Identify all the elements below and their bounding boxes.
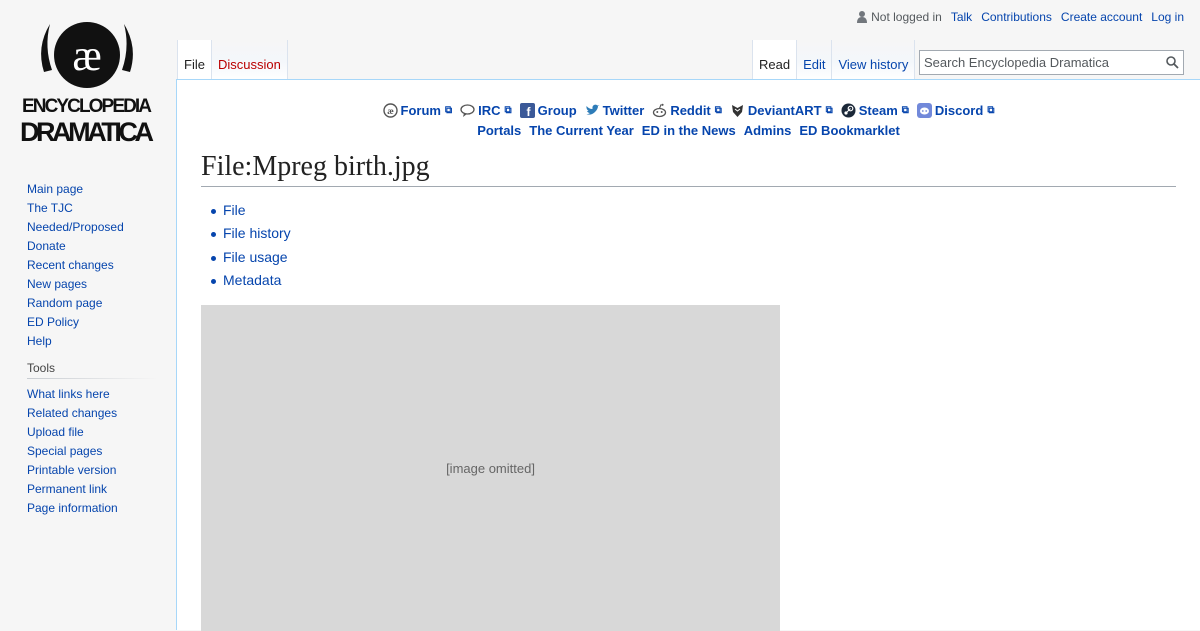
notice-links: Portals The Current Year ED in the News … <box>177 123 1200 138</box>
file-toc: File File history File usage Metadata <box>211 199 1200 293</box>
sidebar-item-recent-changes[interactable]: Recent changes <box>27 258 114 272</box>
facebook-icon: f <box>519 102 535 118</box>
sidebar-item-special-pages[interactable]: Special pages <box>27 444 102 458</box>
search-button[interactable] <box>1161 52 1183 74</box>
toc-link-file-usage[interactable]: File usage <box>223 249 288 265</box>
toc-link-file-history[interactable]: File history <box>223 225 291 241</box>
contributions-link[interactable]: Contributions <box>981 10 1052 24</box>
search-box <box>919 50 1184 75</box>
image-omitted-label: [image omitted] <box>446 460 535 476</box>
svg-text:æ: æ <box>387 106 394 116</box>
current-year-link[interactable]: The Current Year <box>529 123 634 138</box>
search-input[interactable] <box>920 55 1161 70</box>
ed-bookmarklet-link[interactable]: ED Bookmarklet <box>799 123 899 138</box>
discord-icon <box>916 102 932 118</box>
sidebar-item-help[interactable]: Help <box>27 334 52 348</box>
social-link-steam[interactable]: Steam ⧉ <box>841 103 909 118</box>
deviantart-icon <box>731 104 743 117</box>
twitter-icon <box>585 104 600 115</box>
logo-top-text: ENCYCLOPEDIA <box>22 96 152 117</box>
forum-icon: æ <box>382 102 398 118</box>
namespace-tabs: File Discussion <box>177 40 288 80</box>
toc-link-file[interactable]: File <box>223 202 246 218</box>
toc-link-metadata[interactable]: Metadata <box>223 272 281 288</box>
personal-tools: Not logged in Talk Contributions Create … <box>857 10 1184 24</box>
logo-mark: æ <box>72 31 101 80</box>
page-title: File:Mpreg birth.jpg <box>201 150 1176 187</box>
irc-icon <box>460 103 475 117</box>
site-notice: æ Forum⧉ IRC⧉ f Group Twitter Reddit⧉ <box>177 98 1200 138</box>
steam-icon <box>841 103 856 117</box>
reddit-icon <box>653 103 667 117</box>
tab-discussion[interactable]: Discussion <box>210 40 288 80</box>
talk-link[interactable]: Talk <box>951 10 972 24</box>
social-link-forum[interactable]: æ Forum ⧉ <box>382 102 452 118</box>
logo-bottom-text: DRAMATICA <box>20 117 154 147</box>
sidebar-item-what-links-here[interactable]: What links here <box>27 387 110 401</box>
ed-in-the-news-link[interactable]: ED in the News <box>642 123 736 138</box>
admins-link[interactable]: Admins <box>744 123 792 138</box>
social-link-group[interactable]: f Group <box>519 102 577 118</box>
sidebar-item-needed-proposed[interactable]: Needed/Proposed <box>27 220 124 234</box>
social-link-discord[interactable]: Discord ⧉ <box>916 102 994 118</box>
site-logo[interactable]: æ ENCYCLOPEDIA DRAMATICA <box>14 12 162 152</box>
search-icon <box>1165 56 1179 69</box>
sidebar-item-random-page[interactable]: Random page <box>27 296 102 310</box>
sidebar-item-related-changes[interactable]: Related changes <box>27 406 117 420</box>
tools-heading: Tools <box>27 361 157 379</box>
view-tabs: Read Edit View history <box>752 40 916 80</box>
sidebar-item-donate[interactable]: Donate <box>27 239 66 253</box>
log-in-link[interactable]: Log in <box>1151 10 1184 24</box>
sidebar-item-permanent-link[interactable]: Permanent link <box>27 482 107 496</box>
content-area: æ Forum⧉ IRC⧉ f Group Twitter Reddit⧉ <box>176 79 1200 631</box>
sidebar-item-main-page[interactable]: Main page <box>27 182 83 196</box>
social-links: æ Forum⧉ IRC⧉ f Group Twitter Reddit⧉ <box>177 98 1200 122</box>
tab-view-history[interactable]: View history <box>831 40 916 80</box>
social-link-reddit[interactable]: Reddit ⧉ <box>652 103 722 118</box>
navigation-portal: Main page The TJC Needed/Proposed Donate… <box>27 180 176 351</box>
sidebar-item-printable-version[interactable]: Printable version <box>27 463 116 477</box>
sidebar: Main page The TJC Needed/Proposed Donate… <box>0 180 176 528</box>
tab-read[interactable]: Read <box>752 40 797 80</box>
portals-link[interactable]: Portals <box>477 123 521 138</box>
social-link-deviantart[interactable]: DeviantART ⧉ <box>730 103 833 118</box>
tools-portal: Tools What links here Related changes Up… <box>27 361 176 518</box>
user-status: Not logged in <box>857 10 942 24</box>
sidebar-item-page-information[interactable]: Page information <box>27 501 118 515</box>
tab-edit[interactable]: Edit <box>796 40 832 80</box>
social-link-twitter[interactable]: Twitter <box>585 103 644 118</box>
create-account-link[interactable]: Create account <box>1061 10 1142 24</box>
sidebar-item-ed-policy[interactable]: ED Policy <box>27 315 79 329</box>
sidebar-item-new-pages[interactable]: New pages <box>27 277 87 291</box>
not-logged-in-text: Not logged in <box>871 10 942 24</box>
tab-file[interactable]: File <box>177 40 211 80</box>
file-image-placeholder[interactable]: [image omitted] <box>201 305 780 631</box>
sidebar-item-upload-file[interactable]: Upload file <box>27 425 84 439</box>
sidebar-item-the-tjc[interactable]: The TJC <box>27 201 73 215</box>
social-link-irc[interactable]: IRC ⧉ <box>460 103 512 118</box>
user-icon <box>857 11 868 23</box>
